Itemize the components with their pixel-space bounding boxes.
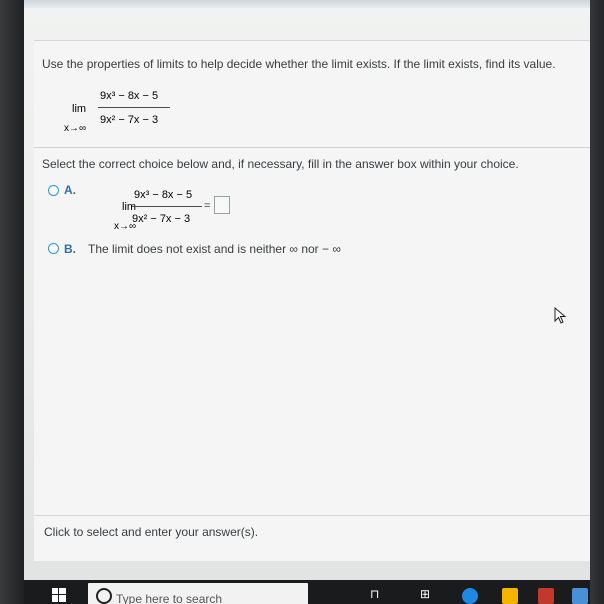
footer-divider (34, 515, 590, 516)
option-a-letter: A. (64, 183, 76, 197)
lim-label: lim (72, 103, 87, 115)
question-prompt: Use the properties of limits to help dec… (42, 57, 556, 71)
task-view-icon[interactable]: ⊓ (370, 587, 379, 601)
screen: Use the properties of limits to help dec… (24, 8, 590, 580)
edge-browser-icon[interactable] (462, 588, 478, 604)
monitor-bezel-left (0, 0, 24, 604)
option-a-radio[interactable] (48, 185, 59, 196)
top-strip (24, 0, 590, 8)
windows-logo-icon[interactable] (52, 588, 66, 602)
monitor-bezel-right (590, 0, 604, 604)
taskbar-search[interactable]: Type here to search (88, 583, 308, 604)
equals-sign: = (204, 200, 211, 212)
option-a-lim-label: lim (122, 201, 137, 213)
search-icon (96, 588, 112, 604)
option-b-letter: B. (64, 242, 76, 256)
store-icon[interactable] (538, 588, 554, 604)
mouse-cursor-icon (554, 307, 567, 324)
taskbar: Type here to search ⊓ ⊞ (24, 580, 590, 604)
option-a-denominator: 9x² − 7x − 3 (132, 213, 191, 225)
fraction-bar (98, 107, 170, 108)
search-placeholder: Type here to search (116, 592, 223, 604)
denominator: 9x² − 7x − 3 (100, 114, 159, 126)
taskbar-app-icon[interactable]: ⊞ (420, 587, 430, 601)
file-explorer-icon[interactable] (502, 588, 518, 604)
option-b-radio[interactable] (48, 243, 59, 254)
instruction-text: Select the correct choice below and, if … (42, 157, 519, 171)
numerator: 9x³ − 8x − 5 (100, 90, 159, 102)
question-panel: Use the properties of limits to help dec… (34, 40, 590, 561)
divider (34, 147, 590, 148)
option-a-fraction-bar (132, 206, 202, 207)
option-b-text: The limit does not exist and is neither … (88, 242, 341, 256)
footer-text: Click to select and enter your answer(s)… (44, 525, 259, 539)
mail-icon[interactable] (572, 588, 588, 604)
answer-box[interactable] (214, 196, 230, 214)
option-a-numerator: 9x³ − 8x − 5 (134, 189, 193, 201)
lim-subscript: x→∞ (64, 123, 87, 134)
